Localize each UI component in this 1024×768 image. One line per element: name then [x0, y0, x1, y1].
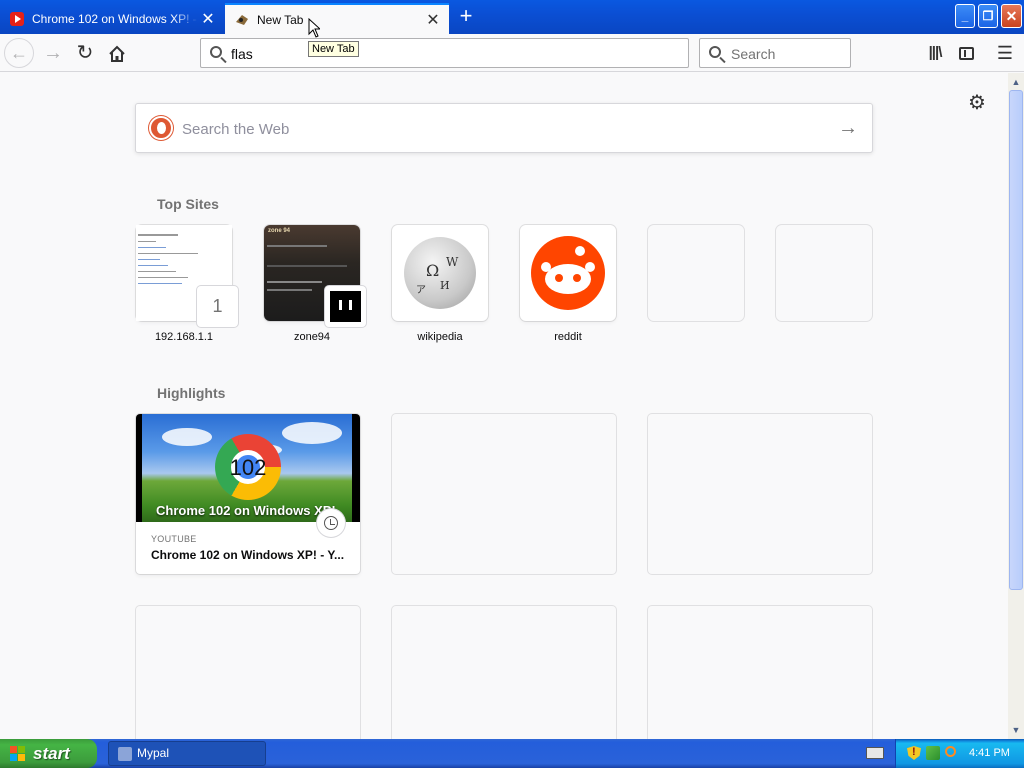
site-badge: 1 [197, 286, 238, 327]
tab-youtube[interactable]: Chrome 102 on Windows XP! - YouTube ✕ [0, 3, 224, 34]
zone94-icon [325, 286, 366, 327]
gear-icon[interactable]: ⚙ [967, 93, 987, 113]
address-bar[interactable] [200, 38, 689, 68]
top-site-placeholder [776, 225, 872, 331]
library-button[interactable]: |||\ [920, 38, 950, 68]
mypal-icon [118, 747, 132, 761]
scroll-thumb[interactable] [1009, 90, 1023, 590]
sidebar-button[interactable] [951, 38, 981, 68]
reload-button[interactable]: ↻ [70, 38, 100, 68]
scroll-up-icon[interactable]: ▲ [1009, 75, 1023, 89]
windows-logo-icon [10, 746, 26, 762]
restore-button[interactable]: ❐ [978, 4, 998, 28]
highlight-source: YOUTUBE [151, 534, 197, 544]
wikipedia-icon: Ω W И ア [404, 237, 476, 309]
close-tab-icon[interactable]: ✕ [198, 9, 218, 29]
reddit-icon [531, 236, 605, 310]
search-tray-icon[interactable] [945, 746, 956, 757]
keyboard-icon[interactable] [866, 747, 884, 759]
tab-title: New Tab [257, 12, 304, 27]
highlights-heading: Highlights [157, 385, 226, 401]
youtube-icon [10, 11, 24, 26]
taskbar: start Mypal 4:41 PM [0, 739, 1024, 768]
new-tab-page: ⚙ → Top Sites 1 192.168.1.1 zone 94 zone… [0, 73, 1008, 739]
highlight-placeholder [136, 606, 360, 739]
clock-icon [317, 509, 345, 537]
highlight-placeholder [392, 606, 616, 739]
top-site-tile[interactable]: zone 94 zone94 [264, 225, 366, 343]
highlight-card[interactable]: 102 Chrome 102 on Windows XP! YOUTUBE Ch… [136, 414, 360, 574]
search-icon [709, 46, 721, 58]
close-window-button[interactable]: ✕ [1001, 4, 1022, 28]
security-shield-icon[interactable] [907, 746, 921, 760]
back-button[interactable]: ← [4, 38, 34, 68]
top-sites-heading: Top Sites [157, 196, 219, 212]
site-thumbnail: Ω W И ア [392, 225, 488, 321]
close-tab-icon[interactable]: ✕ [423, 10, 443, 30]
arrow-right-icon[interactable]: → [836, 116, 860, 140]
tooltip: New Tab [308, 41, 359, 57]
site-thumbnail: zone 94 [264, 225, 366, 327]
search-bar[interactable] [699, 38, 851, 68]
search-input[interactable] [731, 44, 841, 64]
site-thumbnail: 1 [136, 225, 238, 327]
sidebar-icon [958, 47, 974, 61]
top-site-tile[interactable]: 1 192.168.1.1 [136, 225, 238, 343]
duckduckgo-icon [149, 116, 173, 140]
home-button[interactable] [102, 38, 132, 68]
site-label: reddit [554, 331, 582, 343]
navigation-toolbar: ← → ↻ |||\ ☰ [0, 34, 1024, 72]
start-label: start [33, 744, 70, 763]
top-site-tile[interactable]: reddit [520, 225, 616, 343]
taskbar-item-mypal[interactable]: Mypal [108, 741, 266, 766]
top-site-tile[interactable]: Ω W И ア wikipedia [392, 225, 488, 343]
highlight-placeholder [648, 606, 872, 739]
minimize-button[interactable]: _ [955, 4, 975, 28]
system-tray: 4:41 PM [895, 739, 1024, 768]
tab-new-tab[interactable]: New Tab ✕ [225, 3, 449, 34]
search-icon [210, 46, 222, 58]
home-icon [109, 45, 125, 62]
vertical-scrollbar[interactable]: ▲ ▼ [1008, 73, 1024, 739]
highlight-placeholder [648, 414, 872, 574]
site-label: zone94 [293, 331, 331, 343]
menu-button[interactable]: ☰ [990, 38, 1020, 68]
highlight-thumbnail: 102 Chrome 102 on Windows XP! [136, 414, 360, 522]
empty-tile [776, 225, 872, 321]
start-button[interactable]: start [0, 739, 97, 768]
top-site-placeholder [648, 225, 744, 331]
site-label: 192.168.1.1 [154, 331, 214, 343]
network-icon[interactable] [926, 746, 940, 760]
image-number: 102 [229, 455, 267, 480]
site-thumbnail [520, 225, 616, 321]
tab-strip: Chrome 102 on Windows XP! - YouTube ✕ Ne… [0, 0, 1024, 34]
task-label: Mypal [137, 746, 170, 760]
url-input[interactable] [231, 44, 671, 64]
forward-button[interactable]: → [38, 38, 68, 68]
site-label: wikipedia [417, 331, 463, 343]
clock[interactable]: 4:41 PM [969, 739, 1010, 768]
new-tab-button[interactable]: + [454, 5, 478, 29]
empty-tile [648, 225, 744, 321]
tab-title: Chrome 102 on Windows XP! - YouTube [32, 11, 198, 26]
web-search-box[interactable]: → [135, 103, 873, 153]
highlight-placeholder [392, 414, 616, 574]
mypal-icon [235, 13, 249, 27]
scroll-down-icon[interactable]: ▼ [1009, 723, 1023, 737]
highlight-title: Chrome 102 on Windows XP! - Y... [151, 548, 345, 562]
web-search-input[interactable] [182, 118, 822, 140]
